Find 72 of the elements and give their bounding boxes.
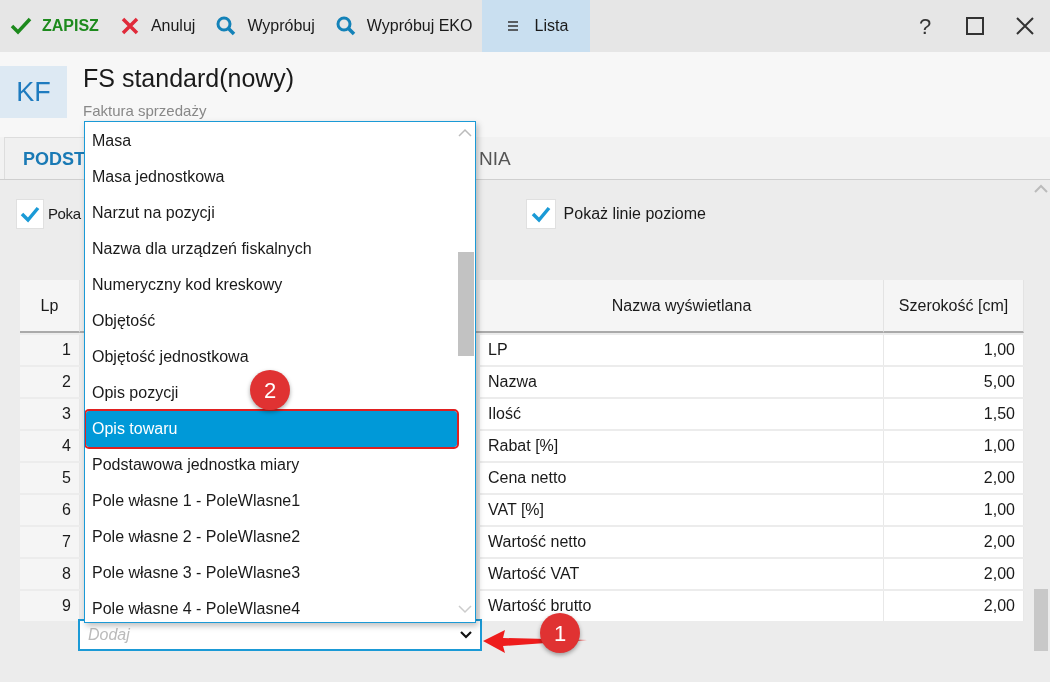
callout-badge: 1	[540, 613, 580, 653]
table-cell: 1,00	[884, 495, 1024, 525]
checkbox[interactable]	[16, 199, 44, 229]
table-cell: 1,00	[884, 335, 1024, 365]
table-cell: 7	[20, 527, 80, 557]
toolbar-button[interactable]: Wypróbuj EKO	[324, 0, 483, 52]
scroll-up-icon[interactable]	[1034, 184, 1048, 194]
scrollbar-thumb[interactable]	[458, 252, 474, 356]
check-icon	[530, 205, 551, 223]
table-cell: 2,00	[884, 527, 1024, 557]
toolbar-button[interactable]: ZAPISZ	[0, 0, 109, 52]
scrollbar-thumb[interactable]	[1034, 589, 1048, 651]
maximize-icon	[965, 16, 985, 36]
table-cell: Cena netto	[480, 463, 884, 493]
table-cell: 3	[20, 399, 80, 429]
search-icon	[215, 15, 238, 37]
dropdown-item[interactable]: Pole własne 4 - PoleWlasne4	[86, 591, 307, 622]
table-cell: Wartość VAT	[480, 559, 884, 589]
table-cell: Rabat [%]	[480, 431, 884, 461]
dropdown-item[interactable]: Masa	[86, 123, 138, 159]
check-icon	[20, 205, 40, 223]
dropdown-item[interactable]: Pole własne 3 - PoleWlasne3	[86, 555, 307, 591]
dropdown-menu[interactable]	[84, 121, 476, 623]
chevron-down-icon	[460, 631, 472, 639]
dropdown-item[interactable]: Podstawowa jednostka miary	[86, 447, 306, 483]
table-cell: Wartość netto	[480, 527, 884, 557]
table-cell: 8	[20, 559, 80, 589]
table-cell: LP	[480, 335, 884, 365]
tab[interactable]: NIA	[479, 137, 529, 179]
dropdown-item[interactable]: Narzut na pozycji	[86, 195, 221, 231]
dropdown-item[interactable]: Nazwa dla urządzeń fiskalnych	[86, 231, 318, 267]
column-header: Szerokość [cm]	[884, 280, 1024, 333]
checkbox-label: Pokaż linie poziome	[563, 204, 706, 224]
table-cell: 2	[20, 367, 80, 397]
table-cell: 4	[20, 431, 80, 461]
dropdown-item[interactable]: Opis pozycji	[86, 375, 185, 411]
document-subtitle: Faktura sprzedaży	[83, 100, 208, 121]
table-cell: Ilość	[480, 399, 884, 429]
check-icon	[10, 15, 32, 37]
table-cell: 9	[20, 591, 80, 621]
scroll-up-icon[interactable]	[458, 128, 472, 137]
dropdown-item[interactable]: Pole własne 2 - PoleWlasne2	[86, 519, 307, 555]
toolbar-button[interactable]: Lista	[482, 0, 591, 52]
table-cell: 2,00	[884, 463, 1024, 493]
table-cell: VAT [%]	[480, 495, 884, 525]
table-cell: 5	[20, 463, 80, 493]
table-cell: 6	[20, 495, 80, 525]
document-type-badge: KF	[0, 66, 67, 118]
table-cell: 1,00	[884, 431, 1024, 461]
tab[interactable]: PODST	[4, 137, 85, 179]
toolbar-button[interactable]: Anuluj	[108, 0, 206, 52]
column-header: Nazwa wyświetlana	[480, 280, 884, 333]
dropdown-item[interactable]: Pole własne 1 - PoleWlasne1	[86, 483, 307, 519]
dropdown-item[interactable]: Objętość	[86, 303, 162, 339]
document-title: FS standard(nowy)	[83, 65, 295, 93]
checkbox-label: Poka	[48, 203, 81, 224]
table-cell: Nazwa	[480, 367, 884, 397]
table-cell: 1,50	[884, 399, 1024, 429]
dropdown-item[interactable]: Numeryczny kod kreskowy	[86, 267, 289, 303]
column-header: Lp	[20, 280, 80, 333]
table-cell: 2,00	[884, 591, 1024, 621]
help-button[interactable]: ?	[900, 0, 950, 52]
table-cell: 2,00	[884, 559, 1024, 589]
table-cell: Wartość brutto	[480, 591, 884, 621]
table-cell: 5,00	[884, 367, 1024, 397]
close-icon	[1015, 16, 1035, 36]
toolbar-button[interactable]: Wypróbuj	[205, 0, 325, 52]
table-cell: 1	[20, 335, 80, 365]
scroll-down-icon[interactable]	[458, 605, 472, 614]
dropdown-item[interactable]: Masa jednostkowa	[86, 159, 231, 195]
checkbox[interactable]	[525, 199, 556, 229]
search-icon	[334, 15, 357, 37]
